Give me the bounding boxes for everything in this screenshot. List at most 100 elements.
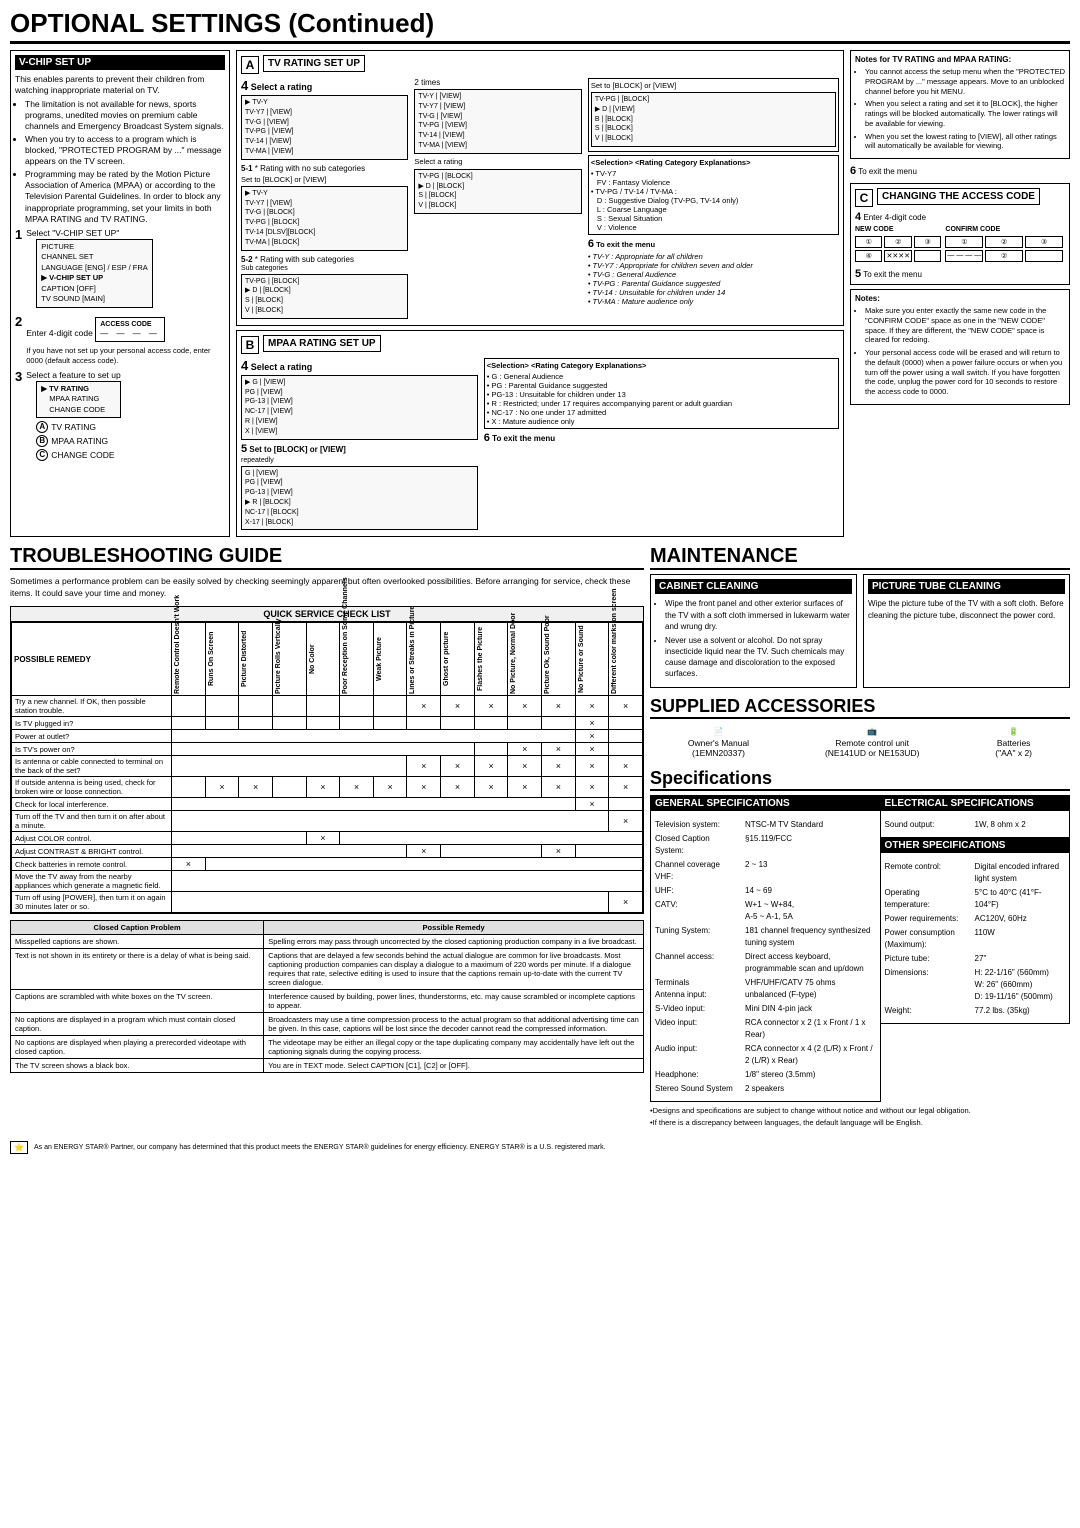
step2-content: Enter 4-digit code ACCESS CODE — — — — I… xyxy=(26,315,225,366)
r1c9: × xyxy=(441,696,475,717)
cabinet-bullets: Wipe the front panel and other exterior … xyxy=(655,598,852,679)
vchip-step2: 2 Enter 4-digit code ACCESS CODE — — — —… xyxy=(15,315,225,366)
maint-panels: CABINET CLEANING Wipe the front panel an… xyxy=(650,574,1070,687)
col-8: Lines or Streaks in Picture xyxy=(407,623,441,696)
spec-channel-vhf: Channel coverageVHF: 2 ~ 13 xyxy=(655,859,876,883)
right-col: MAINTENANCE CABINET CLEANING Wipe the fr… xyxy=(650,545,1070,1134)
accessories-list: 📄 Owner's Manual (1EMN20337) 📺 Remote co… xyxy=(650,723,1070,762)
row-12-label: Move the TV away from the nearby applian… xyxy=(12,871,172,892)
cc-2: ② xyxy=(985,236,1023,248)
general-specs-panel: GENERAL SPECIFICATIONS Television system… xyxy=(650,795,881,1102)
default-note: If you have not set up your personal acc… xyxy=(26,346,225,366)
maintenance-section: MAINTENANCE CABINET CLEANING Wipe the fr… xyxy=(650,545,1070,687)
caption-col2: Possible Remedy xyxy=(264,921,644,935)
mpaa-header-row: B MPAA RATING SET UP xyxy=(241,335,839,355)
r4c13: × xyxy=(575,743,609,756)
col-1: Remote Control Doesn't Work xyxy=(172,623,206,696)
vchip-step3: 3 Select a feature to set up ▶ TV RATING… xyxy=(15,370,225,464)
notes-list-2: Make sure you enter exactly the same new… xyxy=(855,306,1065,397)
r2c12 xyxy=(542,717,576,730)
notes-title: Notes for TV RATING and MPAA RATING: xyxy=(855,55,1065,64)
other-specs-panel: OTHER SPECIFICATIONS Remote control: Dig… xyxy=(880,837,1070,1024)
r2c3 xyxy=(239,717,273,730)
step3-screen: ▶ TV RATING MPAA RATING CHANGE CODE xyxy=(36,381,121,419)
step3-content: Select a feature to set up ▶ TV RATING M… xyxy=(26,370,121,464)
caption-row-6: The TV screen shows a black box. You are… xyxy=(11,1059,644,1073)
r1c6 xyxy=(340,696,374,717)
badge-a: A xyxy=(241,56,259,74)
note-1: You cannot access the setup menu when th… xyxy=(865,67,1065,96)
spec-tv-system: Television system: NTSC-M TV Standard xyxy=(655,819,876,831)
vchip-bullet-3: Programming may be rated by the Motion P… xyxy=(25,169,225,224)
new-code-grid: ① ② ③ ④ ✕✕✕✕ xyxy=(855,236,941,262)
r2c6 xyxy=(340,717,374,730)
spec-power-req: Power requirements: AC120V, 60Hz xyxy=(885,913,1065,925)
acc-batteries: 🔋 Batteries ("AA" x 2) xyxy=(995,727,1032,758)
troubleshooting-col: TROUBLESHOOTING GUIDE Sometimes a perfor… xyxy=(10,545,644,1134)
tv-sub-screen: TV-PG | [BLOCK] ▶ D | [BLOCK] S | [BLOCK… xyxy=(241,274,408,319)
step6-tv: 6 To exit the menu xyxy=(588,238,839,250)
mpaa-step6: 6 To exit the menu xyxy=(484,432,839,444)
nc-2: ② xyxy=(884,236,911,248)
spec-uhf: UHF: 14 ~ 69 xyxy=(655,885,876,897)
r2c14 xyxy=(609,717,643,730)
r2c4 xyxy=(272,717,306,730)
nc-4: ④ xyxy=(855,250,882,262)
acc-battery-icon: 🔋 xyxy=(995,727,1032,736)
row-6-label: If outside antenna is being used, check … xyxy=(12,777,172,798)
cap-prob-6: The TV screen shows a black box. xyxy=(11,1059,264,1073)
energy-star-text: As an ENERGY STAR® Partner, our company … xyxy=(34,1144,606,1151)
middle-panels: A TV RATING SET UP 4 Select a rating ▶ T… xyxy=(236,50,844,537)
r2c1 xyxy=(172,717,206,730)
spec-antenna: TerminalsAntenna input: VHF/UHF/CATV 75 … xyxy=(655,977,876,1001)
code-title: CHANGING THE ACCESS CODE xyxy=(877,188,1040,205)
cap-rem-5: The videotape may be either an illegal c… xyxy=(264,1036,644,1059)
spec-dimensions: Dimensions: H: 22-1/16" (560mm)W: 26" (6… xyxy=(885,967,1065,1003)
row-4-label: Is TV's power on? xyxy=(12,743,172,756)
bottom-note-2: •If there is a discrepancy between langu… xyxy=(650,1118,1070,1129)
step2-num: 2 xyxy=(15,315,22,328)
mpaa-step5: 5 Set to [BLOCK] or [VIEW] xyxy=(241,443,478,455)
r1c11: × xyxy=(508,696,542,717)
row-2-label: Is TV plugged in? xyxy=(12,717,172,730)
code-new: NEW CODE ① ② ③ ④ ✕✕✕✕ xyxy=(855,226,941,265)
cap-rem-2: Captions that are delayed a few seconds … xyxy=(264,949,644,990)
row-13-label: Turn off using [POWER], then turn it on … xyxy=(12,892,172,913)
col-5: No Color xyxy=(306,623,340,696)
table-row: Check for local interference. × xyxy=(12,798,643,811)
cabinet-panel: CABINET CLEANING Wipe the front panel an… xyxy=(650,574,857,687)
row-7-label: Check for local interference. xyxy=(12,798,172,811)
tv-pg-screen: TV-PG | [BLOCK] ▶ D | [BLOCK] S | [BLOCK… xyxy=(414,169,581,214)
cc-6 xyxy=(1025,250,1063,262)
cap-rem-1: Spelling errors may pass through uncorre… xyxy=(264,935,644,949)
acc-remote: 📺 Remote control unit (NE141UD or NE153U… xyxy=(825,727,919,758)
col-12: Picture Ok, Sound Poor xyxy=(542,623,576,696)
tv-block-view-top: Set to [BLOCK] or [VIEW] TV-PG | [BLOCK]… xyxy=(588,78,839,152)
r1c2 xyxy=(205,696,239,717)
vchip-bullet-2: When you try to access to a program whic… xyxy=(25,134,225,167)
r3c14 xyxy=(609,730,643,743)
step1-num: 1 xyxy=(15,228,22,241)
tv-explanations-list: • TV-Y : Appropriate for all children • … xyxy=(588,252,839,306)
code-step5: 5 To exit the menu xyxy=(855,268,1065,280)
changing-code-panel: C CHANGING THE ACCESS CODE 4 Enter 4-dig… xyxy=(850,183,1070,285)
r1c1 xyxy=(172,696,206,717)
tv-times-col: 2 times TV-Y | [VIEW] TV-Y7 | [VIEW] TV-… xyxy=(414,78,581,321)
acc-remote-icon: 📺 xyxy=(825,727,919,736)
note-3: When you set the lowest rating to [VIEW]… xyxy=(865,132,1065,152)
table-row: Power at outlet? × xyxy=(12,730,643,743)
cabinet-header: CABINET CLEANING xyxy=(655,579,852,594)
row-1-label: Try a new channel. If OK, then possible … xyxy=(12,696,172,717)
r2c13: × xyxy=(575,717,609,730)
cap-rem-3: Interference caused by building, power l… xyxy=(264,990,644,1013)
col-11: No Picture, Normal Door xyxy=(508,623,542,696)
mpaa-content: 4 Select a rating ▶ G | [VIEW] PG | [VIE… xyxy=(241,358,839,533)
acc-remote-detail: (NE141UD or NE153UD) xyxy=(825,748,919,758)
vchip-header: V-CHIP SET UP xyxy=(15,55,225,70)
notes-box: Notes for TV RATING and MPAA RATING: You… xyxy=(850,50,1070,159)
extra-note-1: Make sure you enter exactly the same new… xyxy=(865,306,1065,345)
caption-row-5: No captions are displayed when playing a… xyxy=(11,1036,644,1059)
tv-explanations-col: Set to [BLOCK] or [VIEW] TV-PG | [BLOCK]… xyxy=(588,78,839,321)
acc-battery-name: Batteries xyxy=(995,738,1032,748)
table-row: Move the TV away from the nearby applian… xyxy=(12,871,643,892)
